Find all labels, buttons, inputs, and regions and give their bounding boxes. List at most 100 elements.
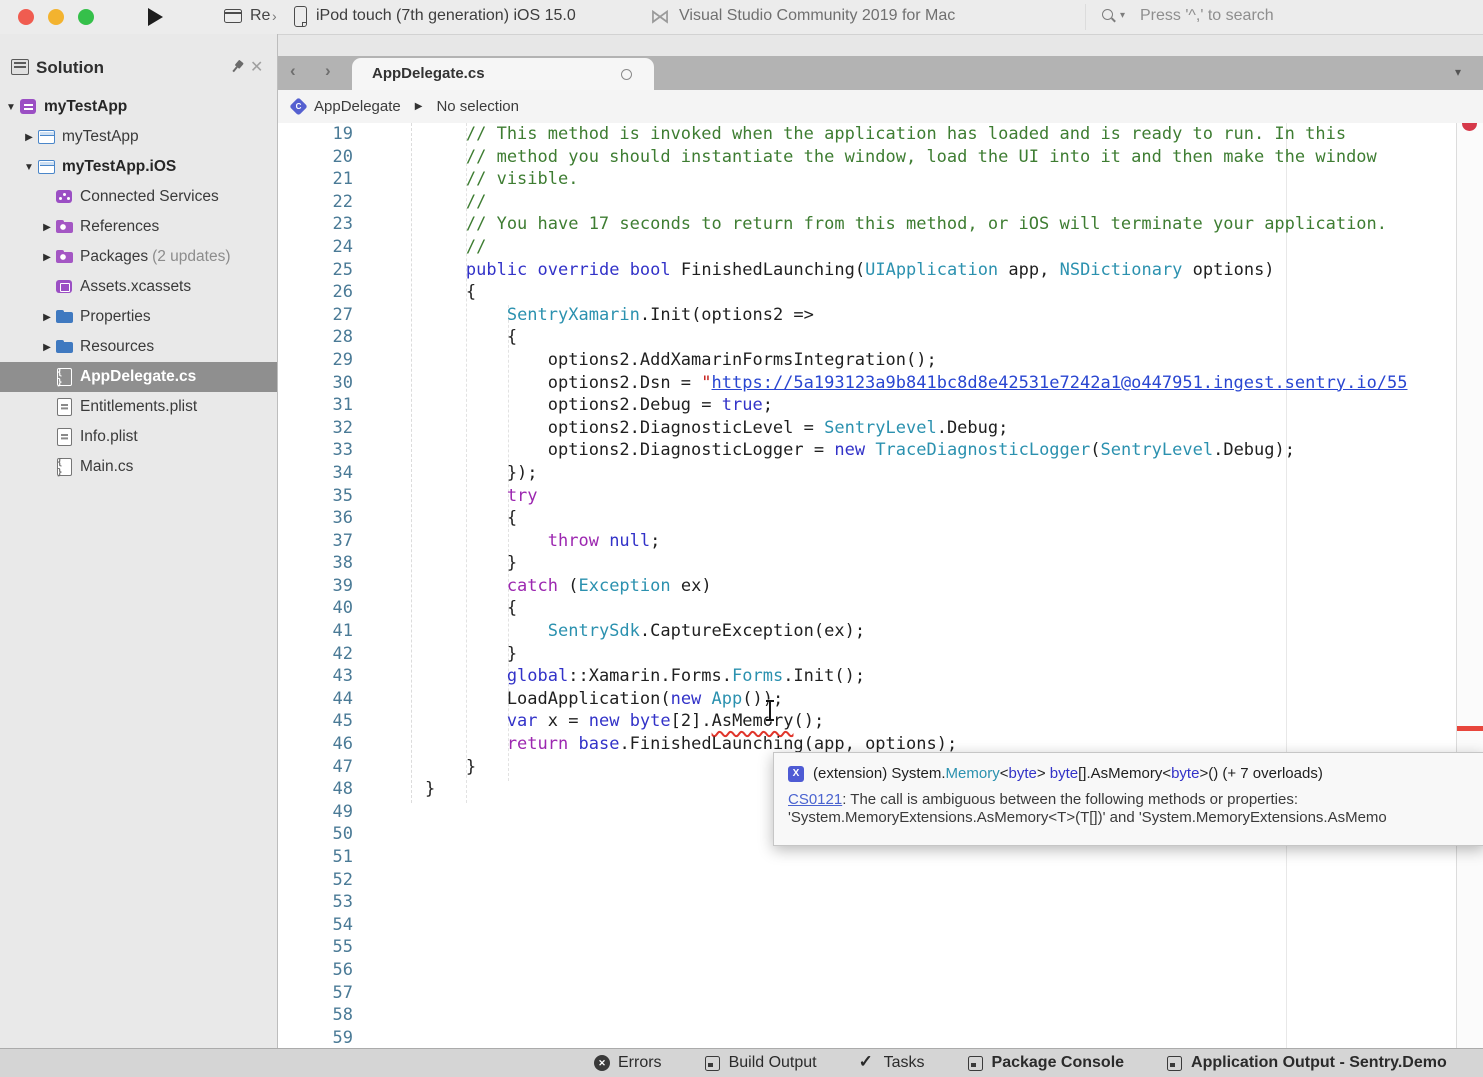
line-number[interactable]: 38 bbox=[278, 552, 353, 575]
breadcrumb-class[interactable]: AppDelegate bbox=[314, 98, 401, 115]
error-code-link[interactable]: CS0121 bbox=[788, 791, 842, 808]
code-text[interactable]: { bbox=[353, 507, 517, 530]
code-text[interactable] bbox=[353, 936, 384, 959]
bottom-pad-package-console[interactable]: Package Console bbox=[967, 1054, 1125, 1072]
line-number[interactable]: 40 bbox=[278, 597, 353, 620]
code-text[interactable] bbox=[353, 1027, 384, 1048]
code-text[interactable]: var x = new byte[2].AsMemory(); bbox=[353, 710, 824, 733]
sidebar-item-references[interactable]: ▶References bbox=[0, 212, 277, 242]
code-text[interactable]: // You have 17 seconds to return from th… bbox=[353, 213, 1387, 236]
error-indicator-icon[interactable] bbox=[1462, 123, 1477, 131]
code-text[interactable] bbox=[353, 823, 384, 846]
search-input[interactable]: Press '^,' to search bbox=[1140, 7, 1274, 25]
breadcrumb-selection[interactable]: No selection bbox=[436, 98, 519, 115]
line-number[interactable]: 44 bbox=[278, 688, 353, 711]
bottom-pad-errors[interactable]: Errors bbox=[593, 1054, 662, 1072]
line-number[interactable]: 22 bbox=[278, 191, 353, 214]
line-number[interactable]: 41 bbox=[278, 620, 353, 643]
sidebar-item-mytestapp[interactable]: ▼myTestApp bbox=[0, 92, 277, 122]
line-number[interactable]: 35 bbox=[278, 485, 353, 508]
code-text[interactable] bbox=[353, 891, 384, 914]
line-number[interactable]: 51 bbox=[278, 846, 353, 869]
disclosure-arrow[interactable]: ▼ bbox=[21, 162, 37, 173]
line-number[interactable]: 24 bbox=[278, 236, 353, 259]
code-text[interactable]: try bbox=[353, 485, 538, 508]
line-number[interactable]: 20 bbox=[278, 146, 353, 169]
navigate-forward-button[interactable]: › bbox=[325, 61, 331, 81]
line-number[interactable]: 46 bbox=[278, 733, 353, 756]
minimize-window-button[interactable] bbox=[48, 9, 64, 25]
code-text[interactable]: options2.DiagnosticLogger = new TraceDia… bbox=[353, 439, 1295, 462]
close-icon[interactable]: ✕ bbox=[250, 57, 263, 77]
sidebar-item-properties[interactable]: ▶Properties bbox=[0, 302, 277, 332]
code-text[interactable]: { bbox=[353, 281, 476, 304]
disclosure-arrow[interactable]: ▶ bbox=[21, 132, 37, 143]
line-number[interactable]: 50 bbox=[278, 823, 353, 846]
code-text[interactable]: } bbox=[353, 643, 517, 666]
code-text[interactable] bbox=[353, 982, 384, 1005]
code-text[interactable]: } bbox=[353, 778, 435, 801]
disclosure-arrow[interactable]: ▶ bbox=[39, 222, 55, 233]
disclosure-arrow[interactable]: ▶ bbox=[39, 312, 55, 323]
code-text[interactable]: // This method is invoked when the appli… bbox=[353, 123, 1346, 146]
run-button[interactable] bbox=[148, 8, 163, 26]
line-number[interactable]: 49 bbox=[278, 801, 353, 824]
line-number[interactable]: 39 bbox=[278, 575, 353, 598]
line-number[interactable]: 36 bbox=[278, 507, 353, 530]
line-number[interactable]: 26 bbox=[278, 281, 353, 304]
code-text[interactable] bbox=[353, 869, 384, 892]
code-text[interactable] bbox=[353, 959, 384, 982]
code-text[interactable]: } bbox=[353, 756, 476, 779]
tab-list-chevron-icon[interactable]: ▾ bbox=[1455, 65, 1461, 79]
line-number[interactable]: 42 bbox=[278, 643, 353, 666]
line-number[interactable]: 32 bbox=[278, 417, 353, 440]
line-number[interactable]: 48 bbox=[278, 778, 353, 801]
sidebar-item-packages[interactable]: ▶Packages(2 updates) bbox=[0, 242, 277, 272]
navigate-back-button[interactable]: ‹ bbox=[290, 61, 296, 81]
code-text[interactable] bbox=[353, 846, 384, 869]
pin-icon[interactable] bbox=[227, 57, 247, 77]
line-number[interactable]: 33 bbox=[278, 439, 353, 462]
sidebar-item-main-cs[interactable]: Main.cs bbox=[0, 452, 277, 482]
line-number[interactable]: 58 bbox=[278, 1004, 353, 1027]
line-number[interactable]: 23 bbox=[278, 213, 353, 236]
code-text[interactable]: // method you should instantiate the win… bbox=[353, 146, 1377, 169]
line-number[interactable]: 25 bbox=[278, 259, 353, 282]
line-number[interactable]: 53 bbox=[278, 891, 353, 914]
line-number[interactable]: 59 bbox=[278, 1027, 353, 1048]
line-number[interactable]: 43 bbox=[278, 665, 353, 688]
line-number[interactable]: 45 bbox=[278, 710, 353, 733]
line-number[interactable]: 56 bbox=[278, 959, 353, 982]
line-number[interactable]: 55 bbox=[278, 936, 353, 959]
line-number[interactable]: 57 bbox=[278, 982, 353, 1005]
code-text[interactable]: LoadApplication(new App()); bbox=[353, 688, 783, 711]
disclosure-arrow[interactable]: ▼ bbox=[3, 102, 19, 113]
sidebar-item-mytestapp-ios[interactable]: ▼myTestApp.iOS bbox=[0, 152, 277, 182]
device-selector[interactable]: iPod touch (7th generation) iOS 15.0 bbox=[316, 7, 576, 25]
code-text[interactable]: SentryXamarin.Init(options2 => bbox=[353, 304, 814, 327]
scrollbar[interactable] bbox=[1456, 123, 1483, 1048]
line-number[interactable]: 37 bbox=[278, 530, 353, 553]
line-number[interactable]: 54 bbox=[278, 914, 353, 937]
tab-appdelegate[interactable]: AppDelegate.cs bbox=[352, 58, 654, 90]
error-position-marker[interactable] bbox=[1457, 726, 1483, 731]
code-text[interactable]: options2.Dsn = "https://5a193123a9b841bc… bbox=[353, 372, 1408, 395]
line-number[interactable]: 52 bbox=[278, 869, 353, 892]
bottom-pad-build-output[interactable]: Build Output bbox=[704, 1054, 817, 1072]
line-number[interactable]: 19 bbox=[278, 123, 353, 146]
sidebar-item-mytestapp[interactable]: ▶myTestApp bbox=[0, 122, 277, 152]
code-text[interactable]: options2.DiagnosticLevel = SentryLevel.D… bbox=[353, 417, 1008, 440]
sidebar-item-assets-xcassets[interactable]: Assets.xcassets bbox=[0, 272, 277, 302]
line-number[interactable]: 29 bbox=[278, 349, 353, 372]
configuration-selector[interactable]: Re bbox=[250, 7, 270, 25]
line-number[interactable]: 27 bbox=[278, 304, 353, 327]
code-text[interactable]: public override bool FinishedLaunching(U… bbox=[353, 259, 1275, 282]
disclosure-arrow[interactable]: ▶ bbox=[39, 252, 55, 263]
code-text[interactable]: SentrySdk.CaptureException(ex); bbox=[353, 620, 865, 643]
code-text[interactable]: options2.Debug = true; bbox=[353, 394, 773, 417]
code-text[interactable]: throw null; bbox=[353, 530, 660, 553]
sidebar-item-resources[interactable]: ▶Resources bbox=[0, 332, 277, 362]
zoom-window-button[interactable] bbox=[78, 9, 94, 25]
code-text[interactable]: // bbox=[353, 236, 486, 259]
code-text[interactable]: global::Xamarin.Forms.Forms.Init(); bbox=[353, 665, 865, 688]
